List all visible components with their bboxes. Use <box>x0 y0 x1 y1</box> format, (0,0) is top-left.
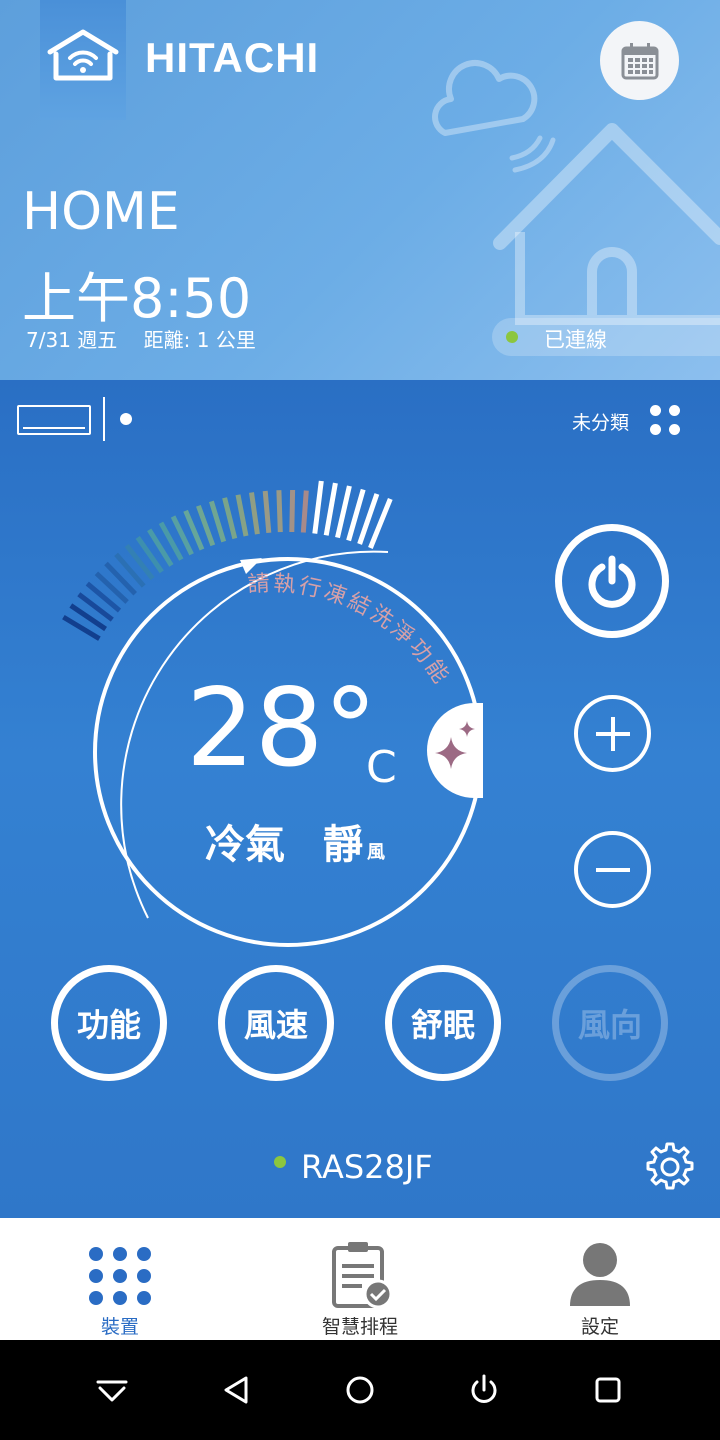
wifi-house-icon <box>47 29 119 81</box>
fan-mode-label: 靜 <box>323 822 363 868</box>
home-icon[interactable] <box>340 1370 380 1410</box>
date-distance-info: 7/31 週五 距離: 1 公里 <box>26 324 276 353</box>
device-online-dot <box>274 1156 286 1168</box>
scale-tick <box>335 485 352 539</box>
temperature-down-button[interactable] <box>574 831 651 908</box>
scale-tick <box>209 500 227 543</box>
fan-speed-button[interactable]: 風速 <box>218 965 334 1081</box>
scale-tick <box>222 497 238 540</box>
clean-function-button[interactable] <box>427 703 483 798</box>
scale-tick <box>289 489 296 533</box>
scale-tick <box>276 490 283 533</box>
app-logo <box>40 0 126 120</box>
temperature-up-button[interactable] <box>574 695 651 772</box>
scale-tick <box>300 490 309 533</box>
distance-text: 距離: 1 公里 <box>143 328 256 352</box>
tab-smart-schedule[interactable]: 智慧排程 <box>240 1218 480 1340</box>
brand-name: HITACHI <box>145 34 320 81</box>
dial-pointer <box>240 558 262 574</box>
temperature-dial[interactable]: 請執行凍結洗淨功能 <box>0 380 720 1218</box>
gear-icon <box>646 1142 694 1190</box>
minus-icon <box>595 867 630 872</box>
scale-tick <box>312 480 324 534</box>
air-direction-button: 風向 <box>552 965 668 1081</box>
back-icon[interactable] <box>216 1370 256 1410</box>
recent-apps-icon[interactable] <box>588 1370 628 1410</box>
calendar-icon <box>621 42 658 79</box>
scale-tick <box>323 482 338 536</box>
scale-tick <box>262 490 272 534</box>
tab-settings[interactable]: 設定 <box>480 1218 720 1340</box>
temperature-value: 28° <box>186 666 378 791</box>
scale-tick <box>196 504 216 547</box>
scale-tick <box>249 492 260 535</box>
temperature-unit: C <box>366 742 397 793</box>
connection-status-label: 已連線 <box>544 328 607 352</box>
header: HITACHI HOME 上午8:50 7/31 週五 距離: 1 公里 已連線 <box>0 0 720 380</box>
fan-suffix-label: 風 <box>367 842 385 863</box>
calendar-button[interactable] <box>600 21 679 100</box>
tab-devices-label: 裝置 <box>100 1316 139 1338</box>
function-button[interactable]: 功能 <box>51 965 167 1081</box>
status-dot <box>506 331 518 343</box>
location-name: HOME <box>22 182 180 242</box>
device-model-name: RAS28JF <box>301 1148 433 1186</box>
device-settings-button[interactable] <box>643 1140 697 1194</box>
power-icon <box>588 555 636 608</box>
bottom-tab-bar: 裝置 智慧排程 設定 <box>0 1218 720 1340</box>
system-navigation-bar <box>0 1340 720 1440</box>
date-text: 7/31 週五 <box>26 328 118 352</box>
schedule-clipboard-icon <box>332 1242 393 1308</box>
connection-status: 已連線 <box>492 318 720 356</box>
plus-icon <box>595 716 630 751</box>
user-icon <box>570 1243 630 1306</box>
current-time: 上午8:50 <box>22 267 252 330</box>
power-menu-icon[interactable] <box>464 1370 504 1410</box>
hide-keyboard-icon[interactable] <box>92 1370 132 1410</box>
scale-tick <box>235 494 249 537</box>
device-grid-icon <box>89 1247 151 1305</box>
sparkle-icon <box>435 721 475 769</box>
tab-smart-schedule-label: 智慧排程 <box>321 1316 398 1338</box>
temperature-scale <box>62 480 393 641</box>
tab-devices[interactable]: 裝置 <box>0 1218 240 1340</box>
mode-label: 冷氣 <box>205 822 285 868</box>
power-button[interactable] <box>555 524 669 638</box>
sleep-button[interactable]: 舒眠 <box>385 965 501 1081</box>
ac-control-panel: 未分類 請執行凍結洗淨功能 28° C 冷氣 靜 風 功能 風速 舒眠 風向 R… <box>0 380 720 1218</box>
tab-settings-label: 設定 <box>580 1316 619 1338</box>
